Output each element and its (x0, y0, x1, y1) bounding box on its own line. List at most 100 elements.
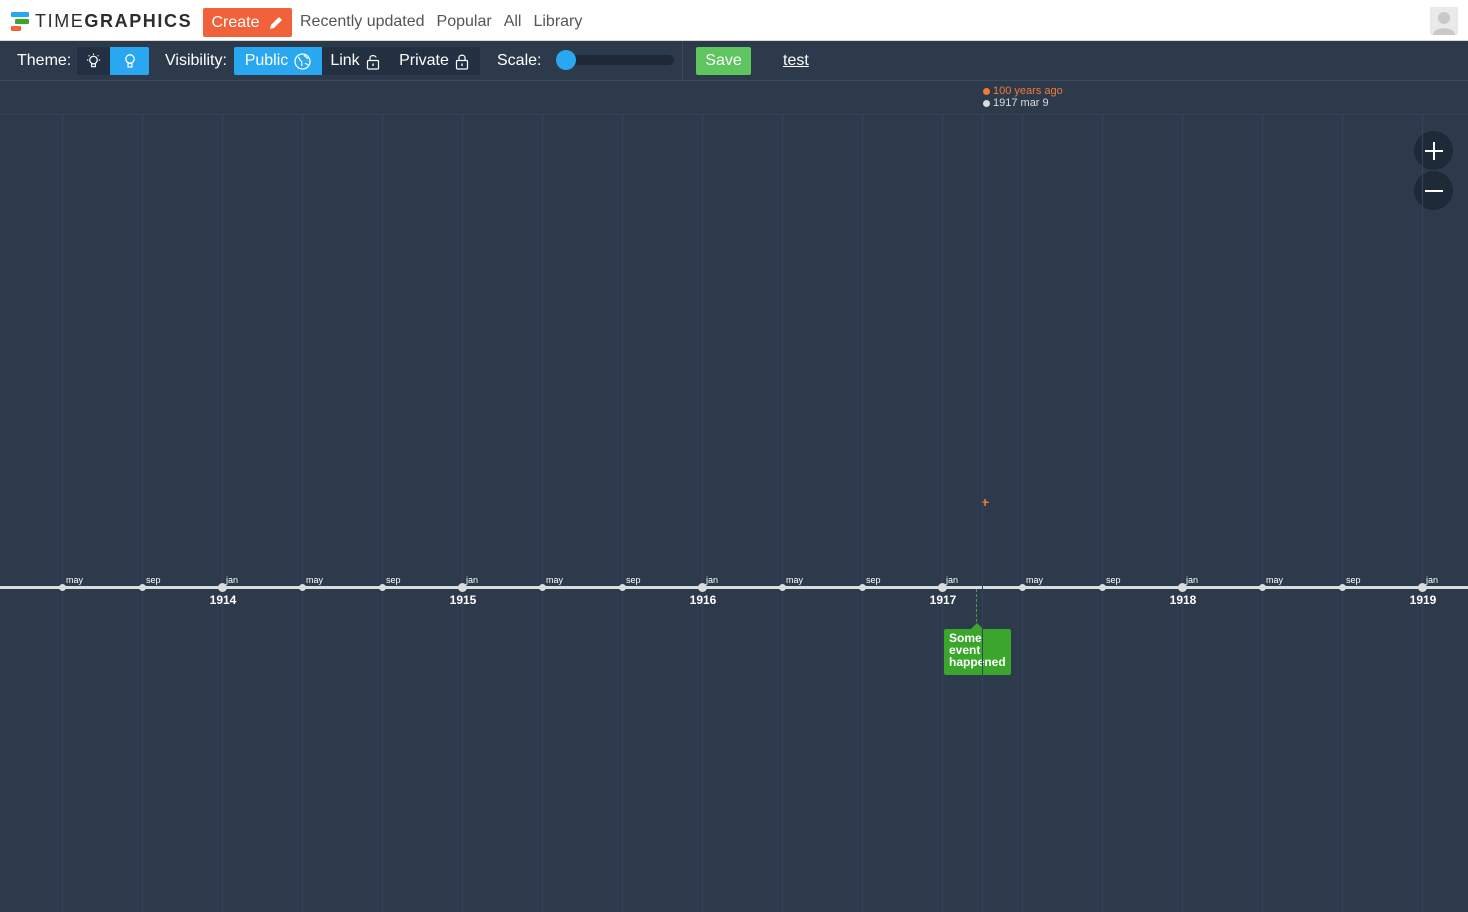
theme-switch (77, 47, 149, 75)
month-tick-label: jan (1426, 575, 1439, 585)
unlocked-padlock-icon (366, 54, 379, 70)
month-tick-label: may (1266, 575, 1284, 585)
years-ago-row: 100 years ago (983, 85, 1063, 97)
create-button[interactable]: Create (203, 8, 292, 37)
user-silhouette-icon (1430, 7, 1458, 35)
nav-link-recently-updated[interactable]: Recently updated (300, 10, 425, 34)
grid-line (62, 114, 63, 912)
grid-line (702, 114, 703, 912)
grid-line (1342, 114, 1343, 912)
grid-line (1182, 114, 1183, 912)
tick-dot (1019, 584, 1026, 591)
month-tick-label: sep (146, 575, 161, 585)
month-tick-label: jan (1186, 575, 1199, 585)
globe-icon (294, 52, 311, 70)
visibility-private-option[interactable]: Private (388, 47, 480, 75)
event-connector-line (976, 589, 977, 627)
now-date-text: 1917 mar 9 (993, 97, 1049, 109)
month-tick-label: jan (466, 575, 479, 585)
tick-dot (619, 584, 626, 591)
timeline-header-band (0, 81, 1468, 115)
grid-line (1422, 114, 1423, 912)
tick-dot (1339, 584, 1346, 591)
nav-link-library[interactable]: Library (533, 10, 582, 34)
padlock-icon (455, 54, 468, 70)
logo-wordmark: TIMEGRAPHICS (35, 11, 193, 31)
visibility-public-option[interactable]: Public (234, 47, 322, 75)
orange-dot-icon (983, 87, 990, 95)
link-label: Link (330, 52, 360, 69)
grid-line (1102, 114, 1103, 912)
nav-link-all[interactable]: All (504, 10, 522, 34)
grey-dot-icon (983, 99, 990, 107)
year-label: 1915 (449, 593, 477, 607)
bulb-light-icon (86, 53, 101, 68)
month-tick-label: may (786, 575, 804, 585)
public-label: Public (244, 52, 289, 69)
create-button-label: Create (211, 13, 260, 31)
grid-line (862, 114, 863, 912)
nav-link-popular[interactable]: Popular (437, 10, 492, 34)
grid-line (302, 114, 303, 912)
timegraphics-logo[interactable]: TIMEGRAPHICS (11, 9, 192, 33)
zoom-out-button[interactable] (1414, 171, 1453, 210)
grid-line (782, 114, 783, 912)
grid-line (1262, 114, 1263, 912)
years-ago-text: 100 years ago (993, 85, 1063, 97)
tick-dot (59, 584, 66, 591)
year-label: 1919 (1409, 593, 1437, 607)
event-card[interactable]: Some event happened (944, 623, 1011, 675)
month-tick-label: may (546, 575, 564, 585)
grid-line (222, 114, 223, 912)
grid-line (382, 114, 383, 912)
visibility-switch: Public Link Private (234, 47, 480, 75)
logo-mark-icon (11, 11, 31, 31)
now-date-row: 1917 mar 9 (983, 97, 1063, 109)
year-label: 1916 (689, 593, 717, 607)
year-label: 1917 (929, 593, 957, 607)
month-tick-label: sep (626, 575, 641, 585)
visibility-label: Visibility: (165, 52, 227, 69)
now-marker-legend: 100 years ago 1917 mar 9 (983, 85, 1063, 109)
save-button[interactable]: Save (696, 47, 751, 75)
grid-line (942, 114, 943, 912)
tick-dot (299, 584, 306, 591)
grid-line (622, 114, 623, 912)
now-grid-line (982, 114, 983, 912)
theme-label: Theme: (17, 52, 72, 69)
pencil-icon (269, 16, 282, 29)
top-navigation: TIMEGRAPHICS Create Recently updated Popu… (0, 0, 1468, 41)
grid-line (462, 114, 463, 912)
private-label: Private (399, 52, 449, 69)
nav-links: Recently updated Popular All Library (300, 10, 582, 34)
grid-line (1022, 114, 1023, 912)
year-label: 1914 (209, 593, 237, 607)
theme-light-option[interactable] (77, 47, 110, 75)
tick-dot (779, 584, 786, 591)
grid-line (142, 114, 143, 912)
theme-dark-option[interactable] (110, 47, 149, 75)
timeline-canvas[interactable]: 100 years ago 1917 mar 9 + Some event ha… (0, 81, 1468, 912)
zoom-in-button[interactable] (1414, 131, 1453, 170)
scale-slider[interactable] (556, 50, 674, 70)
month-tick-label: sep (386, 575, 401, 585)
plus-icon (1424, 141, 1443, 160)
minus-icon (1424, 189, 1443, 192)
month-tick-label: sep (866, 575, 881, 585)
user-avatar[interactable] (1430, 7, 1458, 35)
tick-dot (1259, 584, 1266, 591)
bulb-dark-icon (124, 54, 135, 68)
month-tick-label: jan (226, 575, 239, 585)
month-tick-label: jan (946, 575, 959, 585)
month-tick-label: sep (1346, 575, 1361, 585)
scale-label: Scale: (497, 52, 542, 69)
visibility-link-option[interactable]: Link (322, 47, 388, 75)
year-label: 1918 (1169, 593, 1197, 607)
timeline-title-link[interactable]: test (783, 51, 809, 71)
month-tick-label: may (1026, 575, 1044, 585)
tick-dot (539, 584, 546, 591)
scale-slider-thumb[interactable] (556, 50, 576, 70)
tick-dot (379, 584, 386, 591)
month-tick-label: jan (706, 575, 719, 585)
grid-line (542, 114, 543, 912)
